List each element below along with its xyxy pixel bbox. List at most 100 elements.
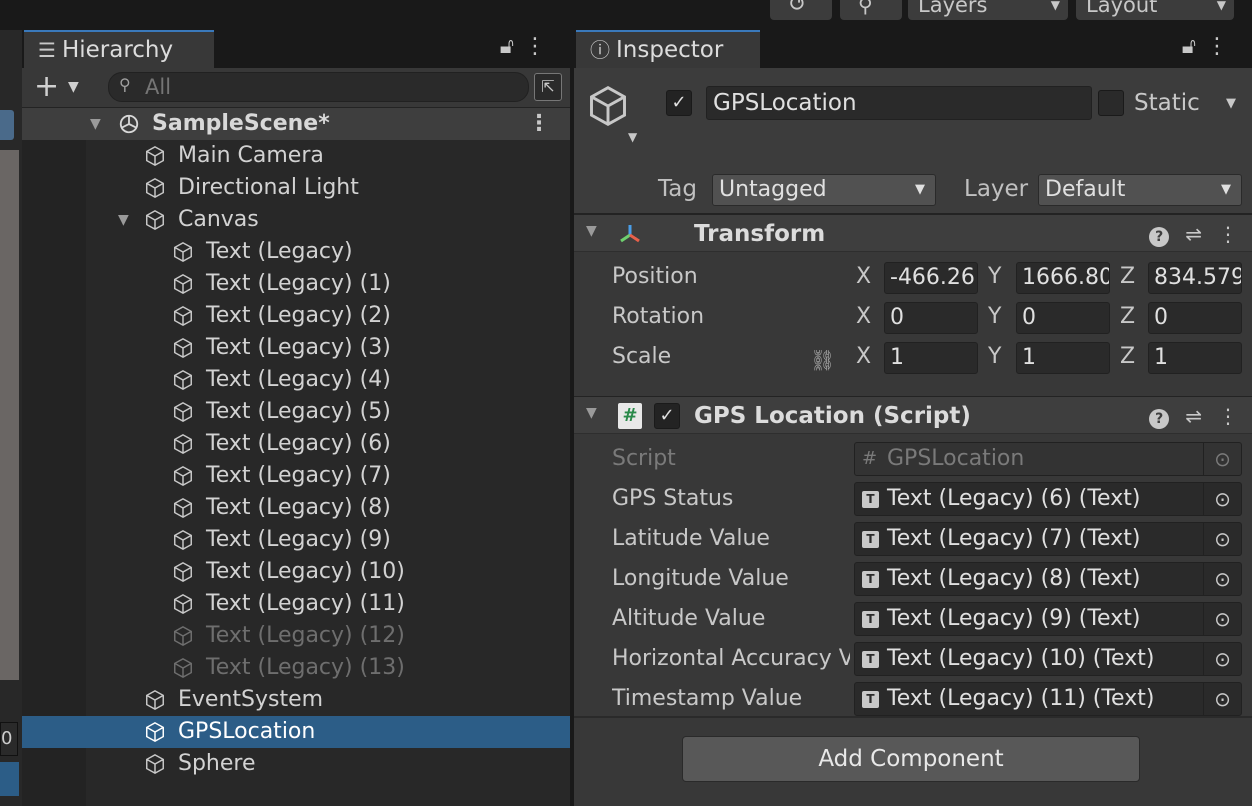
fold-arrow-icon[interactable]: ▼ (586, 223, 597, 239)
scene-field[interactable]: 0 (0, 722, 18, 756)
hierarchy-item[interactable]: Directional Light (22, 172, 570, 204)
history-button[interactable]: ↺ (770, 0, 832, 20)
presets-icon[interactable]: ⇌ (1185, 222, 1202, 246)
active-checkbox[interactable]: ✓ (666, 90, 692, 116)
hierarchy-item[interactable]: Text (Legacy) (1) (22, 268, 570, 300)
axis-y-label[interactable]: Y (988, 304, 1001, 329)
kebab-menu-icon[interactable]: ⋮ (1206, 34, 1238, 59)
axis-y-label[interactable]: Y (988, 344, 1001, 369)
scene-viewport[interactable] (0, 150, 19, 680)
hierarchy-item-label: GPSLocation (178, 719, 316, 744)
object-reference-field[interactable]: T Text (Legacy) (7) (Text) ⊙ (854, 522, 1242, 556)
rotation-z-value: 0 (1154, 305, 1168, 330)
scale-z-field[interactable]: 1 (1148, 342, 1242, 374)
rotation-x-field[interactable]: 0 (884, 302, 978, 334)
object-picker-icon[interactable]: ⊙ (1203, 483, 1241, 515)
hierarchy-item[interactable]: GPSLocation (22, 716, 570, 748)
kebab-menu-icon[interactable]: ⋮ (524, 34, 556, 59)
scale-y-field[interactable]: 1 (1016, 342, 1110, 374)
rotation-y-field[interactable]: 0 (1016, 302, 1110, 334)
object-reference-field[interactable]: T Text (Legacy) (6) (Text) ⊙ (854, 482, 1242, 516)
hierarchy-item[interactable]: Text (Legacy) (4) (22, 364, 570, 396)
hierarchy-item[interactable]: Text (Legacy) (11) (22, 588, 570, 620)
chevron-down-icon[interactable]: ▼ (628, 130, 637, 144)
hierarchy-item[interactable]: Text (Legacy) (9) (22, 524, 570, 556)
hierarchy-item[interactable]: ▼ Canvas (22, 204, 570, 236)
kebab-menu-icon[interactable]: ⋮ (1218, 222, 1238, 246)
create-button[interactable]: + (34, 72, 59, 102)
position-z-field[interactable]: 834.579 (1148, 262, 1242, 294)
script-field-label: Longitude Value (612, 566, 789, 591)
hierarchy-item[interactable]: Text (Legacy) (2) (22, 300, 570, 332)
select-icon: ⇱ (541, 77, 555, 96)
hierarchy-item[interactable]: Text (Legacy) (22, 236, 570, 268)
tab-hierarchy[interactable]: ☰ Hierarchy (24, 30, 214, 68)
axis-x-label[interactable]: X (856, 344, 871, 369)
chevron-down-icon[interactable]: ▼ (68, 79, 79, 95)
scale-x-field[interactable]: 1 (884, 342, 978, 374)
hierarchy-item[interactable]: Sphere (22, 748, 570, 780)
list-icon: ☰ (38, 38, 56, 62)
object-picker-icon[interactable]: ⊙ (1203, 603, 1241, 635)
axis-x-label[interactable]: X (856, 264, 871, 289)
search-input[interactable] (145, 75, 515, 99)
object-picker-icon[interactable]: ⊙ (1203, 643, 1241, 675)
axis-z-label[interactable]: Z (1120, 344, 1135, 369)
help-icon[interactable]: ? (1149, 227, 1170, 247)
scene-row[interactable]: ▼ SampleScene* ⋮ (22, 108, 570, 140)
rotation-z-field[interactable]: 0 (1148, 302, 1242, 334)
hierarchy-search[interactable]: ⚲ (108, 72, 529, 102)
axis-z-label[interactable]: Z (1120, 304, 1135, 329)
kebab-menu-icon[interactable]: ⋮ (528, 108, 550, 140)
hierarchy-item[interactable]: Text (Legacy) (7) (22, 460, 570, 492)
fold-arrow-icon[interactable]: ▼ (118, 204, 129, 236)
hierarchy-item[interactable]: Text (Legacy) (8) (22, 492, 570, 524)
scene-dropdown-tab[interactable] (0, 110, 14, 140)
object-reference-field[interactable]: T Text (Legacy) (10) (Text) ⊙ (854, 642, 1242, 676)
component-enabled-checkbox[interactable]: ✓ (654, 403, 680, 429)
hierarchy-item[interactable]: Main Camera (22, 140, 570, 172)
transform-header[interactable]: ▼ Transform ? ⇌ ⋮ (574, 214, 1252, 252)
lock-icon[interactable]: 🔓︎ (1182, 34, 1206, 59)
hierarchy-item[interactable]: Text (Legacy) (10) (22, 556, 570, 588)
hierarchy-item[interactable]: Text (Legacy) (13) (22, 652, 570, 684)
object-reference-field[interactable]: T Text (Legacy) (9) (Text) ⊙ (854, 602, 1242, 636)
axis-y-label[interactable]: Y (988, 264, 1001, 289)
axis-x-label[interactable]: X (856, 304, 871, 329)
object-reference-field[interactable]: T Text (Legacy) (11) (Text) ⊙ (854, 682, 1242, 716)
position-x-field[interactable]: -466.26 (884, 262, 978, 294)
help-icon[interactable]: ? (1149, 409, 1170, 429)
static-checkbox[interactable] (1098, 90, 1124, 116)
object-picker-icon[interactable]: ⊙ (1203, 683, 1241, 715)
gameobject-cube-icon (146, 753, 164, 775)
hierarchy-item[interactable]: Text (Legacy) (12) (22, 620, 570, 652)
presets-icon[interactable]: ⇌ (1185, 404, 1202, 428)
hierarchy-item[interactable]: EventSystem (22, 684, 570, 716)
hierarchy-toolbar: + ▼ ⚲ ⇱ (22, 68, 570, 108)
search-by-type-button[interactable]: ⇱ (534, 73, 562, 101)
chevron-down-icon[interactable]: ▼ (1226, 96, 1236, 111)
layer-dropdown[interactable]: Default ▼ (1038, 174, 1242, 206)
unlink-icon[interactable]: ⛓︎ (810, 348, 835, 372)
tag-dropdown[interactable]: Untagged ▼ (712, 174, 936, 206)
gameobject-icon[interactable] (586, 84, 630, 128)
layers-dropdown[interactable]: Layers ▼ (908, 0, 1068, 20)
lock-icon[interactable]: 🔓︎ (500, 34, 524, 59)
kebab-menu-icon[interactable]: ⋮ (1218, 404, 1238, 428)
tab-inspector[interactable]: ⓘ Inspector (576, 30, 760, 68)
object-picker-icon[interactable]: ⊙ (1203, 523, 1241, 555)
object-name-field[interactable]: GPSLocation (706, 86, 1092, 120)
add-component-button[interactable]: Add Component (682, 736, 1140, 782)
object-reference-field[interactable]: T Text (Legacy) (8) (Text) ⊙ (854, 562, 1242, 596)
object-picker-icon[interactable]: ⊙ (1203, 563, 1241, 595)
layout-dropdown[interactable]: Layout ▼ (1076, 0, 1234, 20)
fold-arrow-icon[interactable]: ▼ (90, 108, 101, 140)
hierarchy-item[interactable]: Text (Legacy) (6) (22, 428, 570, 460)
fold-arrow-icon[interactable]: ▼ (586, 405, 597, 421)
gps-location-header[interactable]: ▼ # ✓ GPS Location (Script) ? ⇌ ⋮ (574, 396, 1252, 434)
hierarchy-item[interactable]: Text (Legacy) (3) (22, 332, 570, 364)
hierarchy-item[interactable]: Text (Legacy) (5) (22, 396, 570, 428)
position-y-field[interactable]: 1666.80 (1016, 262, 1110, 294)
axis-z-label[interactable]: Z (1120, 264, 1135, 289)
search-button[interactable]: ⚲ (840, 0, 902, 20)
